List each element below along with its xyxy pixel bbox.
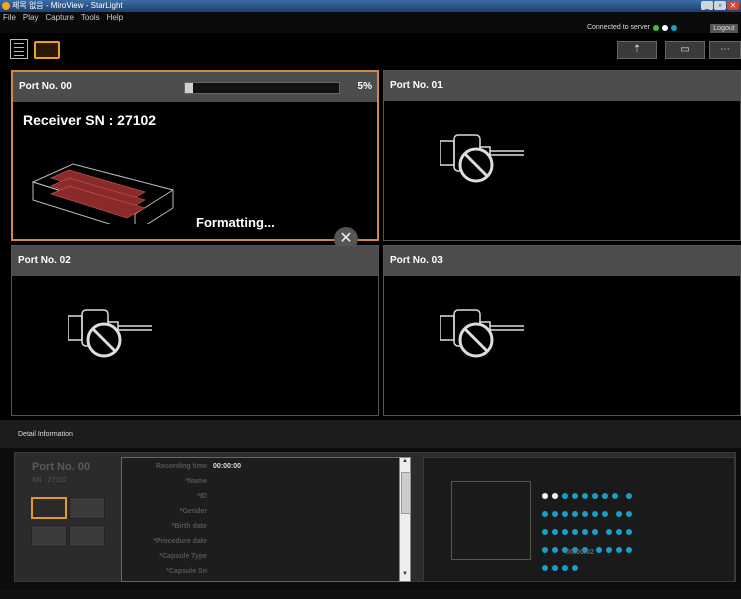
port-title: Port No. 00 [19,81,72,92]
preview-time: 00:00:02 [566,549,595,556]
scroll-thumb[interactable] [401,472,411,514]
port-header: Port No. 00 5% [13,72,377,102]
upload-icon[interactable]: ⇡ [617,41,657,59]
preview-thumbnail [451,481,531,560]
app-icon [2,2,10,10]
scroll-up-icon[interactable]: ▲ [400,458,410,468]
port-header: Port No. 01 [384,71,740,101]
multi-layout-icon[interactable]: ⋯ [709,41,741,59]
menu-tools[interactable]: Tools [81,13,100,22]
progress-percent: 5% [357,81,372,92]
status-bar [0,590,741,599]
detail-panel: Detail Information Port No. 00 SN : 2710… [0,420,741,599]
field-value: 00:00:00 [213,463,242,470]
menu-play[interactable]: Play [23,13,39,22]
detail-sn: SN : 27102 [32,477,68,484]
layout-tile-2[interactable] [69,497,105,519]
field-label: *Capsule Type [159,553,207,560]
title-bar: 제목 없음 - MiroView - StarLight _ ▫ ✕ [0,0,741,12]
logout-button[interactable]: Logout [710,24,738,33]
port-title: Port No. 03 [390,255,443,266]
status-dot-blue-icon [671,24,677,31]
close-button[interactable]: ✕ [727,1,739,10]
single-layout-icon[interactable]: ▭ [665,41,705,59]
status-dot-green-icon [653,24,659,31]
port-title: Port No. 01 [390,80,443,91]
layout-tile-4[interactable] [69,525,105,547]
menu-bar: File Play Capture Tools Help Connected t… [0,12,741,33]
menu-help[interactable]: Help [107,13,123,22]
receiver-device-icon [31,163,175,224]
info-scrollbar[interactable]: ▲ ▼ [399,457,411,582]
toolbar: ⇡ ▭ ⋯ [0,33,741,66]
menu-capture[interactable]: Capture [45,13,73,22]
server-status: Connected to server [587,24,677,31]
port-panel-03[interactable]: Port No. 03 [383,245,741,416]
format-progress-bar [184,82,340,94]
port-header: Port No. 03 [384,246,740,276]
port-panel-02[interactable]: Port No. 02 [11,245,379,416]
layout-tile-1[interactable] [31,497,67,519]
field-label: *Procedure date [153,538,207,545]
field-label: *ID [197,493,207,500]
patient-info-panel: Recording time 00:00:00 *Name *ID *Gende… [121,457,411,582]
status-text: Formatting... [196,215,275,230]
frame-dots-grid [540,490,636,580]
port-panel-01[interactable]: Port No. 01 [383,70,741,241]
not-connected-icon [68,309,152,358]
capsule-preview: 00:00:02 [423,457,735,582]
menu-file[interactable]: File [3,13,16,22]
layout-tile-3[interactable] [31,525,67,547]
port-header: Port No. 02 [12,246,378,276]
detail-port-title: Port No. 00 [32,461,91,473]
not-connected-icon [440,134,524,183]
port-title: Port No. 02 [18,255,71,266]
field-label: Recording time [156,463,207,470]
receiver-sn: Receiver SN : 27102 [23,112,157,128]
not-connected-icon [440,309,524,358]
list-view-icon[interactable] [10,39,28,59]
port-panel-00[interactable]: Port No. 00 5% Receiver SN : 27102 Forma… [11,70,379,251]
minimize-button[interactable]: _ [701,1,713,10]
field-label: *Capsule Sn [166,568,207,575]
maximize-button[interactable]: ▫ [714,1,726,10]
detail-content: Port No. 00 SN : 27102 Recording time 00… [14,452,736,582]
field-label: *Birth date [171,523,207,530]
server-status-label: Connected to server [586,24,650,31]
scroll-down-icon[interactable]: ▼ [400,571,410,581]
status-dot-white-icon [662,24,668,31]
field-label: *Gender [179,508,207,515]
field-label: *Name [185,478,207,485]
detail-header: Detail Information [0,420,741,448]
receiver-icon[interactable] [34,41,60,59]
window-title: 제목 없음 - MiroView - StarLight [12,1,123,10]
